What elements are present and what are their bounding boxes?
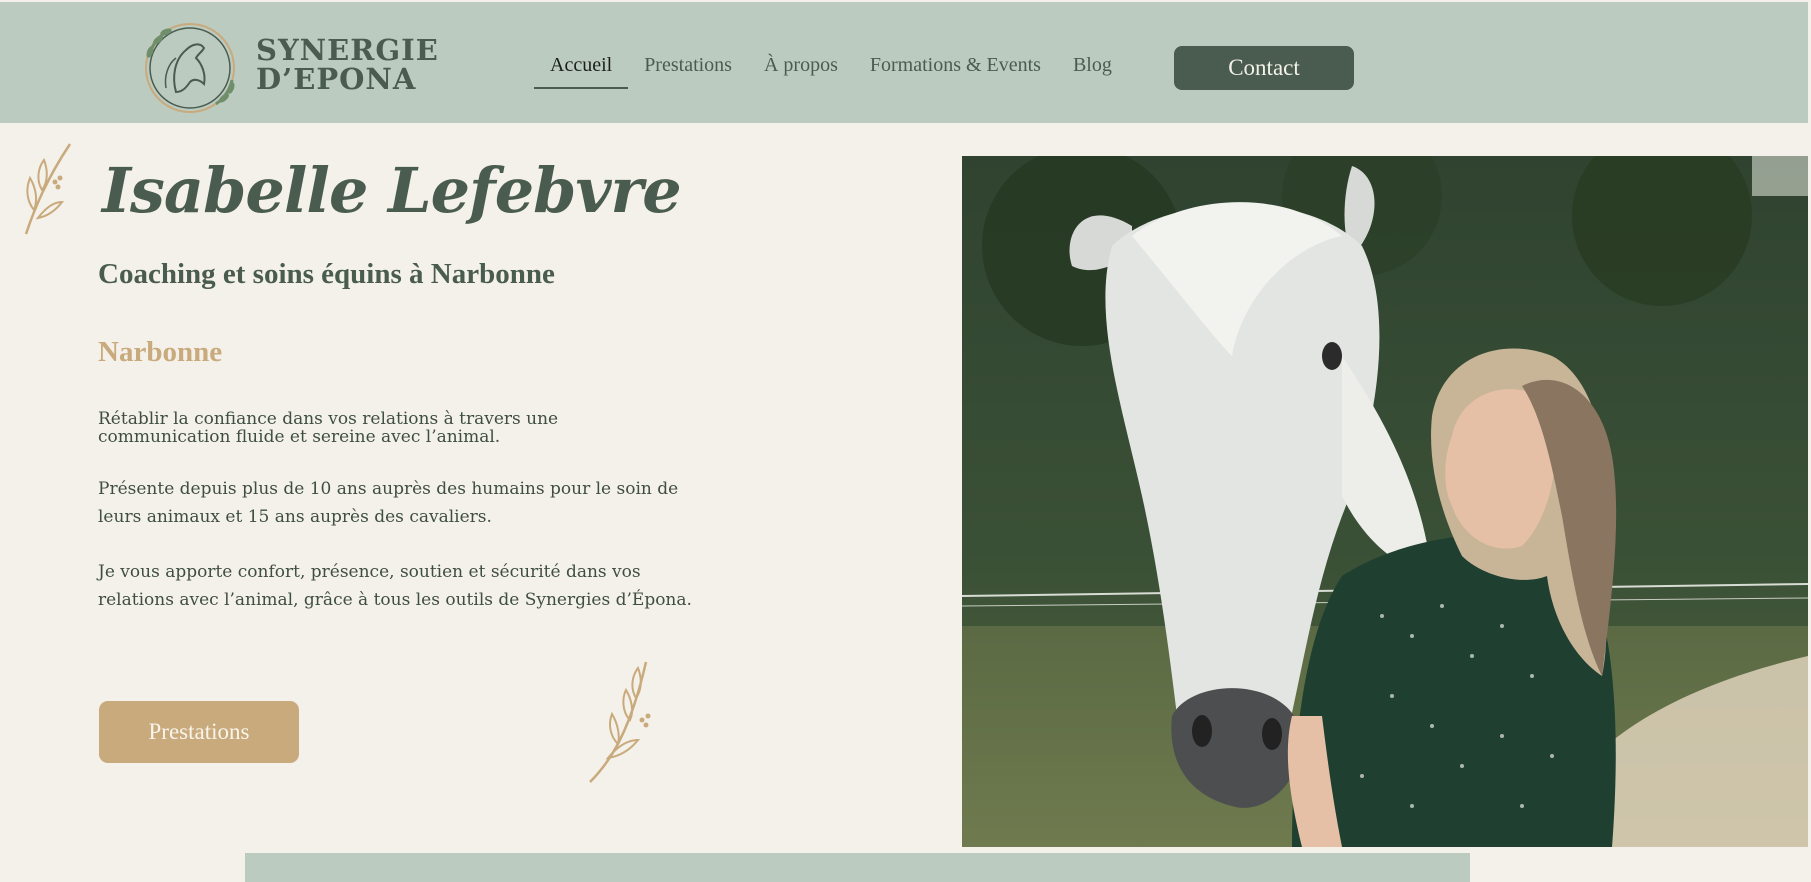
nav-item-blog[interactable]: Blog xyxy=(1057,46,1128,89)
experience-paragraph: Présente depuis plus de 10 ans auprès de… xyxy=(98,479,679,527)
site-header: SYNERGIE D’EPONA Accueil Prestations À p… xyxy=(0,2,1808,123)
nav-item-accueil[interactable]: Accueil xyxy=(534,46,629,89)
brand-name[interactable]: SYNERGIE D’EPONA xyxy=(256,36,439,94)
olive-branch-icon xyxy=(24,143,72,235)
prestations-button[interactable]: Prestations xyxy=(99,701,299,763)
page-subtitle: Coaching et soins équins à Narbonne xyxy=(98,258,555,290)
hero-photo-illustration xyxy=(962,156,1808,847)
nav-item-prestations[interactable]: Prestations xyxy=(628,46,748,89)
intro-paragraph: Rétablir la confiance dans vos relations… xyxy=(98,410,708,446)
brand-line-2: D’EPONA xyxy=(256,62,417,96)
hero-photo-horse-and-woman xyxy=(962,156,1808,847)
horse-head-wreath-logo[interactable] xyxy=(136,18,244,118)
support-paragraph: Je vous apporte confort, présence, souti… xyxy=(98,562,692,610)
next-section-band xyxy=(245,853,1470,882)
nav-item-a-propos[interactable]: À propos xyxy=(748,46,854,89)
main-nav: Accueil Prestations À propos Formations … xyxy=(534,46,1128,89)
city-heading: Narbonne xyxy=(98,336,223,368)
intro-line-1: Rétablir la confiance dans vos relations… xyxy=(98,409,559,429)
brand-line-1: SYNERGIE xyxy=(256,33,439,67)
page-title: Isabelle Lefebvre xyxy=(102,154,682,227)
olive-branch-icon xyxy=(589,661,651,783)
nav-item-formations-events[interactable]: Formations & Events xyxy=(854,46,1057,89)
contact-button[interactable]: Contact xyxy=(1174,46,1354,90)
intro-line-2: communication fluide et sereine avec l’a… xyxy=(98,427,501,447)
